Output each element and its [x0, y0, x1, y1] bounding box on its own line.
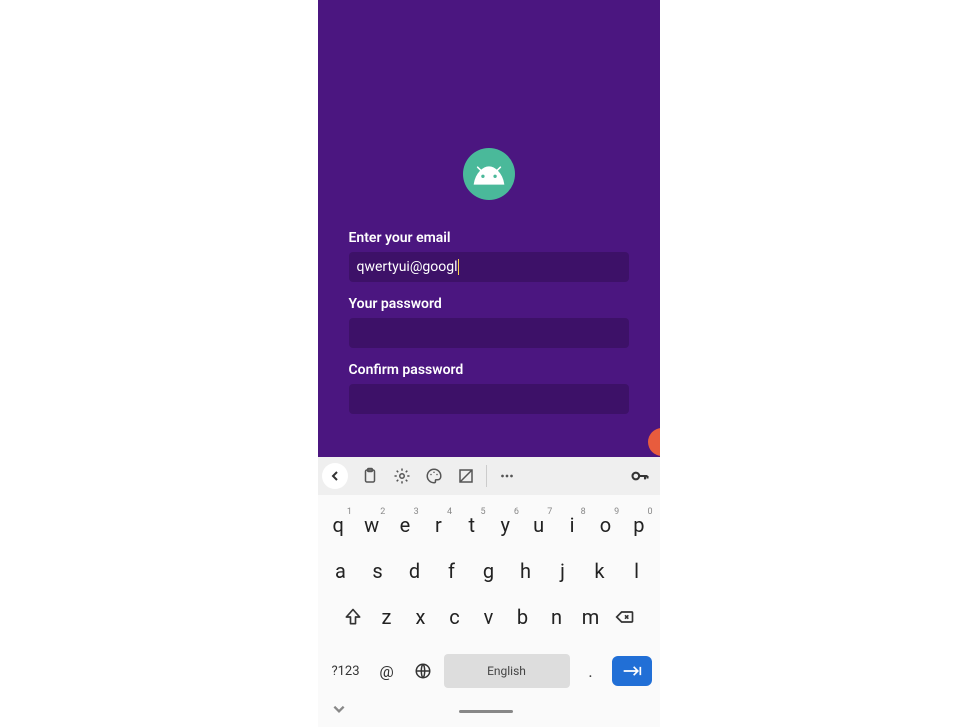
key-j[interactable]: j: [544, 551, 581, 591]
key-o[interactable]: 9o: [589, 505, 622, 545]
text-cursor: [458, 259, 459, 275]
keyboard-toolbar: [318, 457, 660, 495]
key-y[interactable]: 6y: [489, 505, 522, 545]
at-key[interactable]: @: [372, 653, 402, 689]
soft-keyboard: 1q2w3e4r5t6y7u8i9o0p asdfghjkl zxcvbnm ?…: [318, 457, 660, 727]
key-c[interactable]: c: [438, 597, 472, 637]
enter-key[interactable]: [612, 656, 652, 686]
key-n[interactable]: n: [540, 597, 574, 637]
key-r[interactable]: 4r: [422, 505, 455, 545]
resize-icon[interactable]: [450, 460, 482, 492]
backspace-key[interactable]: [608, 597, 642, 637]
key-k[interactable]: k: [581, 551, 618, 591]
key-m[interactable]: m: [574, 597, 608, 637]
key-q[interactable]: 1q: [321, 505, 354, 545]
key-l[interactable]: l: [618, 551, 655, 591]
space-key[interactable]: English: [444, 654, 570, 688]
key-g[interactable]: g: [470, 551, 507, 591]
palette-icon[interactable]: [418, 460, 450, 492]
key-w[interactable]: 2w: [355, 505, 388, 545]
toolbar-back-button[interactable]: [322, 463, 348, 489]
email-label: Enter your email: [349, 230, 629, 246]
key-b[interactable]: b: [506, 597, 540, 637]
key-s[interactable]: s: [359, 551, 396, 591]
keyboard-bottom-row: ?123 @ English .: [318, 647, 660, 699]
phone-frame: Enter your email qwertyui@googl Your pas…: [318, 0, 660, 727]
hide-keyboard-button[interactable]: [332, 702, 346, 720]
signup-form: Enter your email qwertyui@googl Your pas…: [349, 230, 629, 428]
key-e[interactable]: 3e: [388, 505, 421, 545]
email-value: qwertyui@googl: [357, 259, 458, 275]
key-u[interactable]: 7u: [522, 505, 555, 545]
period-key[interactable]: .: [576, 653, 606, 689]
key-z[interactable]: z: [370, 597, 404, 637]
key-t[interactable]: 5t: [455, 505, 488, 545]
key-d[interactable]: d: [396, 551, 433, 591]
email-field[interactable]: qwertyui@googl: [349, 252, 629, 282]
confirm-label: Confirm password: [349, 362, 629, 378]
language-key[interactable]: [408, 653, 438, 689]
key-i[interactable]: 8i: [555, 505, 588, 545]
password-label: Your password: [349, 296, 629, 312]
key-f[interactable]: f: [433, 551, 470, 591]
key-h[interactable]: h: [507, 551, 544, 591]
keyboard-keys: 1q2w3e4r5t6y7u8i9o0p asdfghjkl zxcvbnm: [318, 495, 660, 647]
navigation-bar: [318, 699, 660, 727]
toolbar-separator: [486, 465, 487, 487]
signup-screen: Enter your email qwertyui@googl Your pas…: [318, 0, 660, 457]
key-row-1: 1q2w3e4r5t6y7u8i9o0p: [322, 505, 656, 545]
confirm-password-field[interactable]: [349, 384, 629, 414]
gesture-handle[interactable]: [459, 710, 513, 713]
key-p[interactable]: 0p: [622, 505, 655, 545]
gear-icon[interactable]: [386, 460, 418, 492]
symbols-key[interactable]: ?123: [326, 653, 366, 689]
password-field[interactable]: [349, 318, 629, 348]
key-icon[interactable]: [624, 460, 656, 492]
key-v[interactable]: v: [472, 597, 506, 637]
key-row-2: asdfghjkl: [322, 551, 656, 591]
key-a[interactable]: a: [322, 551, 359, 591]
more-icon[interactable]: [491, 460, 523, 492]
shift-key[interactable]: [336, 597, 370, 637]
key-row-3: zxcvbnm: [322, 597, 656, 637]
record-indicator: [648, 428, 660, 456]
clipboard-icon[interactable]: [354, 460, 386, 492]
android-logo: [463, 148, 515, 200]
key-x[interactable]: x: [404, 597, 438, 637]
